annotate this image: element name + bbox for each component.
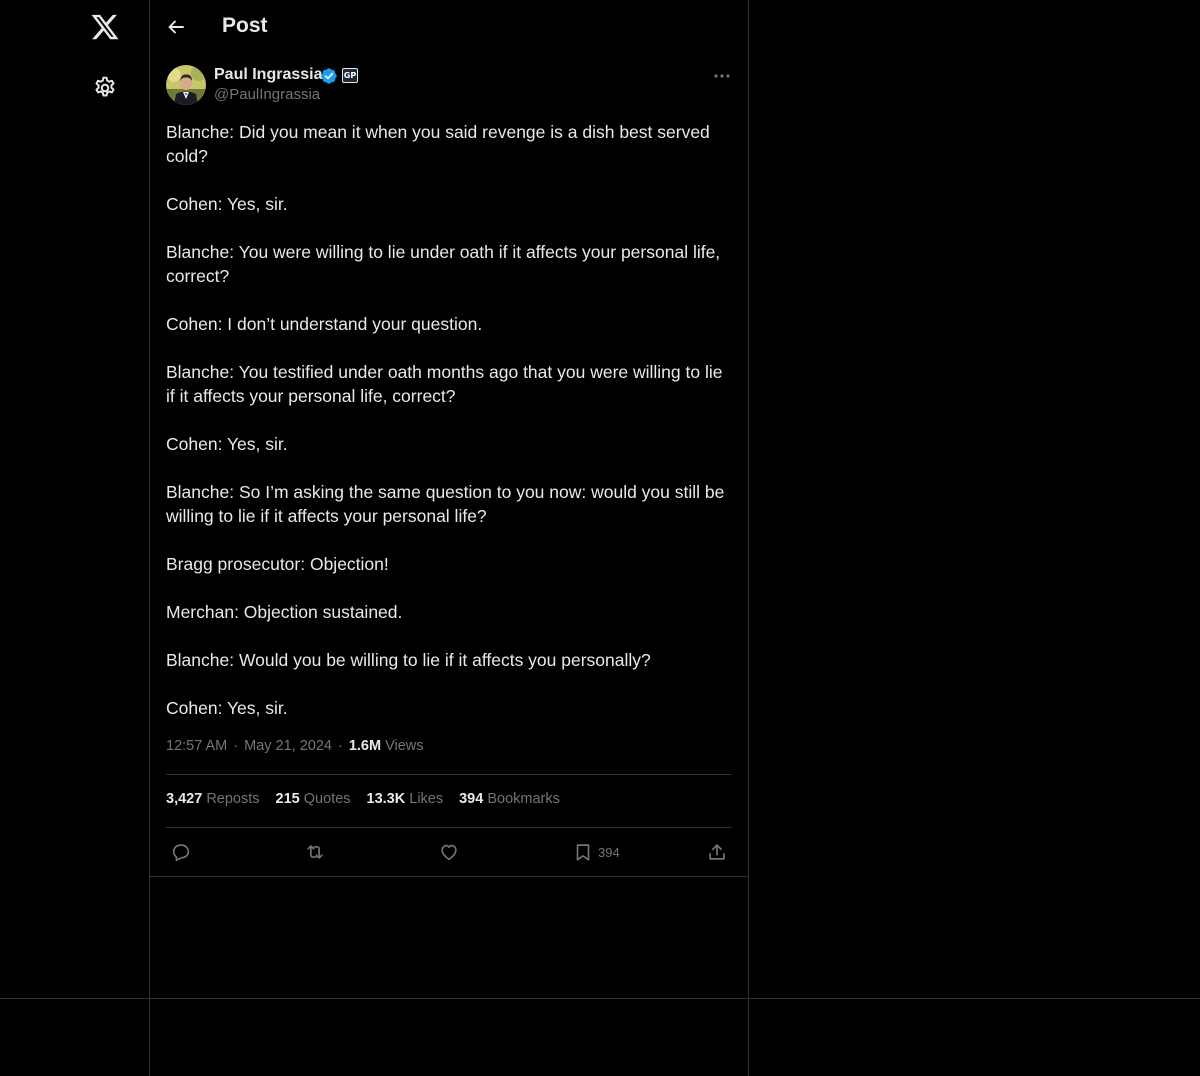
likes-label: Likes (409, 791, 444, 807)
x-logo-icon[interactable] (90, 12, 120, 42)
back-arrow-icon[interactable] (166, 17, 186, 37)
heart-icon (441, 844, 457, 861)
reply-button[interactable] (170, 840, 192, 864)
bookmarks-stat[interactable]: 394 Bookmarks (459, 791, 560, 807)
quotes-label: Quotes (303, 791, 351, 807)
post-paragraph: Blanche: You testified under oath months… (166, 362, 723, 406)
post-date[interactable]: May 21, 2024 (244, 738, 332, 754)
more-options-icon[interactable] (712, 66, 732, 86)
post-body: Blanche: Did you mean it when you said r… (166, 120, 736, 720)
post-paragraph: Blanche: Would you be willing to lie if … (166, 650, 651, 670)
share-icon (709, 844, 725, 860)
share-button[interactable] (706, 840, 728, 864)
views-label: Views (385, 738, 424, 754)
post-paragraph: Bragg prosecutor: Objection! (166, 554, 389, 574)
meta-separator: · (337, 738, 343, 754)
post-author: Paul Ingrassia GP @PaulIngrassia (166, 64, 732, 106)
views-count: 1.6M (348, 738, 382, 754)
post-paragraph: Blanche: You were willing to lie under o… (166, 242, 721, 286)
post-paragraph: Blanche: So I’m asking the same question… (166, 482, 725, 526)
post-paragraph: Merchan: Objection sustained. (166, 602, 403, 622)
reposts-count: 3,427 (166, 791, 203, 807)
likes-count: 13.3K (366, 791, 406, 807)
repost-icon (307, 845, 323, 859)
stats-divider-top (166, 774, 732, 775)
reply-icon (172, 844, 190, 862)
page-title: Post (222, 14, 268, 37)
gear-icon[interactable] (92, 75, 118, 101)
reposts-label: Reposts (206, 791, 260, 807)
quotes-stat[interactable]: 215 Quotes (276, 791, 351, 807)
like-button[interactable] (438, 840, 460, 864)
page: Post Paul Ingrassia GP @PaulIngrassia Bl… (0, 0, 1200, 1076)
bookmark-icon (576, 844, 590, 861)
post-paragraph: Cohen: Yes, sir. (166, 194, 288, 214)
post-time[interactable]: 12:57 AM (166, 738, 227, 754)
reposts-stat[interactable]: 3,427 Reposts (166, 791, 260, 807)
author-handle[interactable]: @PaulIngrassia (214, 86, 320, 103)
post-paragraph: Blanche: Did you mean it when you said r… (166, 122, 710, 166)
affiliate-badge[interactable]: GP (342, 68, 358, 83)
meta-separator: · (233, 738, 239, 754)
bookmark-count: 394 (598, 844, 620, 860)
quotes-count: 215 (275, 791, 300, 807)
bookmark-button[interactable]: 394 (572, 840, 620, 864)
post-stats: 3,427 Reposts 215 Quotes 13.3K Likes 394 Bo… (166, 791, 576, 807)
verified-badge-icon (320, 67, 338, 85)
repost-button[interactable] (304, 840, 326, 864)
post-paragraph: Cohen: Yes, sir. (166, 698, 288, 718)
bookmarks-label: Bookmarks (487, 791, 560, 807)
page-header: Post (150, 0, 748, 54)
author-name[interactable]: Paul Ingrassia (214, 66, 323, 84)
avatar[interactable] (166, 65, 206, 105)
post-meta: 12:57 AM · May 21, 2024 · 1.6M Views (166, 738, 424, 754)
post-paragraph: Cohen: I don’t understand your question. (166, 314, 483, 334)
post-paragraph: Cohen: Yes, sir. (166, 434, 288, 454)
likes-stat[interactable]: 13.3K Likes (367, 791, 444, 807)
post-detail-column: Post Paul Ingrassia GP @PaulIngrassia Bl… (150, 0, 748, 877)
post-actions: 394 (166, 838, 732, 866)
bottom-divider (0, 998, 1200, 999)
bookmarks-count: 394 (459, 791, 484, 807)
right-column-border (748, 0, 749, 1076)
left-nav (0, 0, 149, 1076)
stats-divider-bottom (166, 827, 732, 828)
